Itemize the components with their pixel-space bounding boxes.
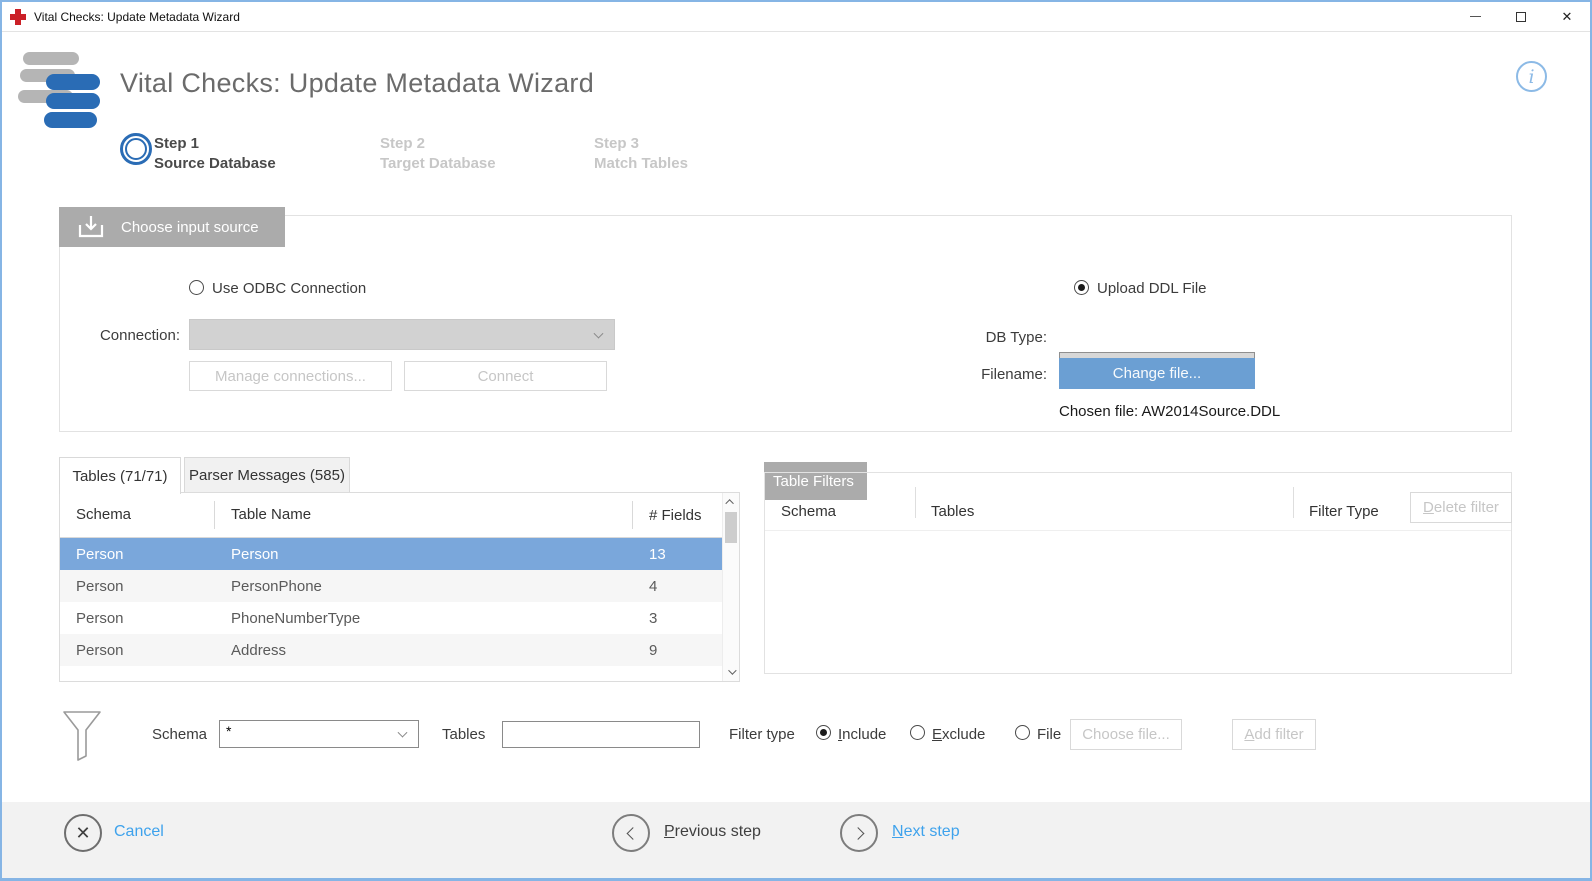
- info-icon[interactable]: i: [1516, 61, 1547, 92]
- table-row[interactable]: PersonPhoneNumberType3: [60, 602, 722, 634]
- download-icon: [77, 215, 105, 239]
- filename-label: Filename:: [979, 366, 1047, 383]
- step-2-label: Target Database: [380, 154, 496, 174]
- page-title: Vital Checks: Update Metadata Wizard: [120, 68, 594, 99]
- cell-table: Person: [215, 546, 633, 563]
- tables-scrollbar[interactable]: [722, 493, 739, 681]
- next-step-icon[interactable]: [840, 814, 878, 852]
- scroll-up-icon[interactable]: [723, 494, 739, 510]
- scrollbar-thumb[interactable]: [725, 512, 737, 543]
- include-radio-label: Include: [838, 726, 886, 743]
- input-source-header: Choose input source: [59, 207, 285, 247]
- tables-panel: Schema Table Name # Fields PersonPerson1…: [59, 492, 740, 682]
- close-button[interactable]: ✕: [1544, 2, 1590, 31]
- odbc-radio-label: Use ODBC Connection: [212, 280, 366, 297]
- next-step-button[interactable]: Next step: [892, 823, 960, 841]
- column-schema: Schema: [60, 501, 215, 529]
- connection-label: Connection:: [86, 327, 180, 344]
- exclude-radio[interactable]: [910, 725, 925, 740]
- upload-ddl-radio[interactable]: [1074, 280, 1089, 295]
- previous-step-button[interactable]: Previous step: [664, 823, 761, 841]
- delete-filter-button[interactable]: Delete filter: [1410, 492, 1512, 523]
- step-3-label: Match Tables: [594, 154, 688, 174]
- window-title: Vital Checks: Update Metadata Wizard: [34, 10, 240, 24]
- db-type-label: DB Type:: [979, 329, 1047, 346]
- cell-schema: Person: [60, 578, 215, 595]
- maximize-button[interactable]: [1498, 2, 1544, 31]
- footer-bar: ✕ Cancel Previous step Next step: [2, 802, 1590, 880]
- cell-schema: Person: [60, 610, 215, 627]
- filters-column-filter-type: Filter Type: [1309, 503, 1379, 520]
- chevron-down-icon: [594, 328, 604, 338]
- red-cross-icon: [10, 9, 26, 25]
- include-radio[interactable]: [816, 725, 831, 740]
- chosen-file-text: Chosen file: AW2014Source.DDL: [1059, 403, 1280, 420]
- connect-button[interactable]: Connect: [404, 361, 607, 391]
- connection-value: [190, 320, 198, 337]
- choose-file-button[interactable]: Choose file...: [1070, 719, 1182, 750]
- titlebar: Vital Checks: Update Metadata Wizard ✕: [2, 2, 1590, 32]
- cell-fields: 3: [633, 610, 722, 627]
- cancel-button[interactable]: Cancel: [114, 823, 164, 841]
- schema-filter-value: *: [226, 723, 231, 747]
- close-icon: ✕: [1562, 9, 1573, 25]
- table-row[interactable]: PersonPerson13: [60, 538, 722, 570]
- step-2-number: Step 2: [380, 134, 496, 154]
- cancel-icon[interactable]: ✕: [64, 814, 102, 852]
- add-filter-button[interactable]: Add filter: [1232, 719, 1316, 750]
- cell-fields: 13: [633, 546, 722, 563]
- step1-indicator-icon: [120, 133, 152, 165]
- tables-filter-input[interactable]: [502, 721, 700, 748]
- filters-column-schema: Schema: [781, 503, 836, 520]
- schema-filter-label: Schema: [152, 726, 207, 743]
- filters-header-row: Schema Tables Filter Type Delete filter: [765, 473, 1511, 531]
- previous-step-icon[interactable]: [612, 814, 650, 852]
- cell-fields: 4: [633, 578, 722, 595]
- scroll-down-icon[interactable]: [723, 664, 739, 680]
- minimize-icon: [1470, 16, 1481, 17]
- file-radio-label: File: [1037, 726, 1061, 743]
- chevron-down-icon: [398, 728, 408, 738]
- filters-column-tables: Tables: [931, 503, 974, 520]
- table-filters-panel: Schema Tables Filter Type Delete filter: [764, 472, 1512, 674]
- cell-schema: Person: [60, 546, 215, 563]
- cell-schema: Person: [60, 642, 215, 659]
- cell-table: Address: [215, 642, 633, 659]
- connection-dropdown[interactable]: [189, 319, 615, 350]
- upload-ddl-radio-label: Upload DDL File: [1097, 280, 1207, 297]
- step-3-number: Step 3: [594, 134, 688, 154]
- column-table-name: Table Name: [215, 501, 633, 529]
- schema-filter-dropdown[interactable]: *: [219, 720, 419, 748]
- odbc-radio[interactable]: [189, 280, 204, 295]
- input-source-header-label: Choose input source: [121, 219, 259, 236]
- step-3: Step 3 Match Tables: [594, 134, 688, 174]
- table-row[interactable]: PersonAddress9: [60, 634, 722, 666]
- cell-table: PersonPhone: [215, 578, 633, 595]
- cell-fields: 9: [633, 642, 722, 659]
- minimize-button[interactable]: [1452, 2, 1498, 31]
- cell-table: PhoneNumberType: [215, 610, 633, 627]
- funnel-icon: [62, 710, 102, 762]
- step-1-label: Source Database: [154, 154, 276, 174]
- step-2: Step 2 Target Database: [380, 134, 496, 174]
- tab-parser-messages[interactable]: Parser Messages (585): [184, 457, 350, 493]
- tab-tables[interactable]: Tables (71/71): [59, 457, 181, 494]
- tables-body: PersonPerson13PersonPersonPhone4PersonPh…: [60, 538, 739, 666]
- manage-connections-button[interactable]: Manage connections...: [189, 361, 392, 391]
- tables-header-row: Schema Table Name # Fields: [60, 493, 739, 538]
- app-logo: [14, 50, 106, 132]
- step-1: Step 1 Source Database: [154, 134, 276, 174]
- change-file-button[interactable]: Change file...: [1059, 358, 1255, 389]
- filter-type-label: Filter type: [729, 726, 795, 743]
- step-1-number: Step 1: [154, 134, 276, 154]
- maximize-icon: [1516, 12, 1526, 22]
- app-window: Vital Checks: Update Metadata Wizard ✕ V…: [0, 0, 1592, 881]
- tables-filter-label: Tables: [442, 726, 485, 743]
- exclude-radio-label: Exclude: [932, 726, 985, 743]
- table-row[interactable]: PersonPersonPhone4: [60, 570, 722, 602]
- file-radio[interactable]: [1015, 725, 1030, 740]
